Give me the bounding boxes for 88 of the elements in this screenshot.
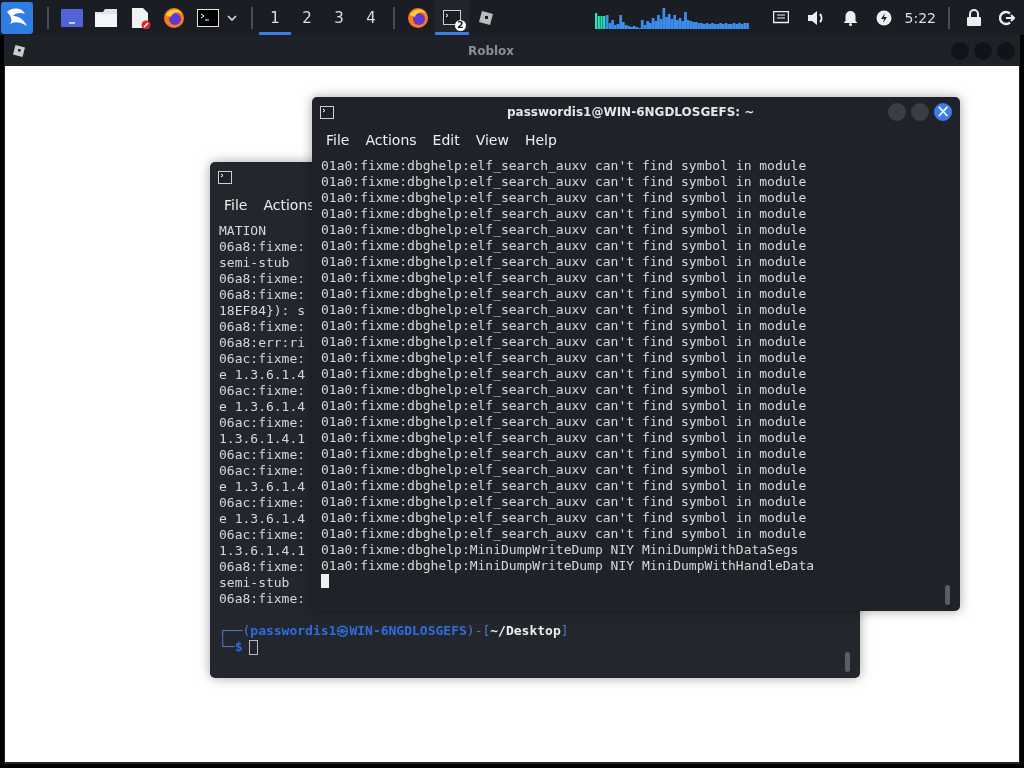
terminal-line: 01a0:fixme:dbghelp:elf_search_auxv can't find symbol in module bbox=[321, 510, 807, 526]
terminal-line: MATION bbox=[219, 223, 266, 239]
network-icon[interactable] bbox=[772, 10, 789, 25]
terminal-line: 01a0:fixme:dbghelp:elf_search_auxv can't find symbol in module bbox=[321, 334, 807, 350]
menu-item[interactable]: View bbox=[475, 132, 509, 148]
workspace-tab[interactable]: 2 bbox=[291, 0, 323, 35]
terminal-line: 01a0:fixme:dbghelp:elf_search_auxv can't find symbol in module bbox=[321, 526, 807, 542]
terminal-line: 01a0:fixme:dbghelp:elf_search_auxv can't find symbol in module bbox=[321, 478, 807, 494]
clock-text[interactable]: 5:22 bbox=[904, 9, 936, 26]
terminal-line: 01a0:fixme:dbghelp:elf_search_auxv can't find symbol in module bbox=[321, 446, 807, 462]
close-button[interactable]: × bbox=[934, 103, 952, 121]
menu-item[interactable]: File bbox=[224, 197, 248, 213]
terminal-line: 06ac:fixme: bbox=[219, 415, 306, 431]
terminal-line: 01a0:fixme:dbghelp:elf_search_auxv can't find symbol in module bbox=[321, 158, 807, 174]
terminal-line: 06ac:fixme: bbox=[219, 495, 306, 511]
terminal-line: 06a8:fixme: bbox=[219, 559, 306, 575]
volume-icon[interactable] bbox=[806, 9, 825, 26]
terminal-line: semi-stub bbox=[219, 575, 290, 591]
terminal-line: 01a0:fixme:dbghelp:elf_search_auxv can't find symbol in module bbox=[321, 494, 807, 510]
terminal-line: 06a8:fixme: bbox=[219, 319, 306, 335]
menu-item[interactable]: File bbox=[326, 132, 350, 148]
chevron-down-icon[interactable] bbox=[227, 14, 237, 21]
terminal-line: 06a8:fixme: bbox=[219, 271, 306, 287]
terminal-line: e 1.3.6.1.4 bbox=[219, 479, 306, 495]
lock-icon[interactable] bbox=[967, 9, 981, 26]
terminal-line: 01a0:fixme:dbghelp:MiniDumpWriteDump NIY MiniDumpWithHandleData bbox=[321, 558, 815, 574]
terminal-line: semi-stub bbox=[219, 255, 290, 271]
browser-icon bbox=[407, 6, 429, 29]
terminal-line: 01a0:fixme:dbghelp:elf_search_auxv can't find symbol in module bbox=[321, 238, 807, 254]
workspace-tab[interactable]: 3 bbox=[323, 0, 355, 35]
menu-item[interactable]: Actions bbox=[263, 197, 315, 213]
terminal-line: 06ac:fixme: bbox=[219, 351, 306, 367]
terminal-line: 01a0:fixme:dbghelp:elf_search_auxv can't find symbol in module bbox=[321, 174, 807, 190]
scrollbar-thumb[interactable] bbox=[845, 652, 850, 672]
logout-icon[interactable] bbox=[999, 9, 1015, 26]
terminal-icon bbox=[320, 105, 334, 119]
window-title: passwordis1@WIN-6NGDLOSGEFS: ~ bbox=[507, 105, 755, 119]
roblox-icon bbox=[12, 43, 26, 58]
workspace-tab[interactable]: 4 bbox=[355, 0, 387, 35]
terminal-line: 01a0:fixme:dbghelp:elf_search_auxv can't find symbol in module bbox=[321, 190, 807, 206]
task-button[interactable]: 2 bbox=[435, 0, 469, 35]
scrollbar-thumb[interactable] bbox=[945, 585, 950, 605]
terminal-line: 18EF84}): s bbox=[219, 303, 306, 319]
terminal-line: 01a0:fixme:dbghelp:elf_search_auxv can't find symbol in module bbox=[321, 350, 807, 366]
terminal-line: 01a0:fixme:dbghelp:elf_search_auxv can't find symbol in module bbox=[321, 398, 807, 414]
terminal-line: 06ac:fixme: bbox=[219, 447, 306, 463]
terminal-line: 06ac:fixme: bbox=[219, 527, 306, 543]
desktop-icon[interactable] bbox=[61, 8, 83, 27]
terminal-line: 01a0:fixme:dbghelp:elf_search_auxv can't find symbol in module bbox=[321, 206, 807, 222]
browser-icon[interactable] bbox=[163, 6, 185, 29]
menu-item[interactable]: Help bbox=[524, 132, 557, 148]
terminal-line: 06a8:fixme: bbox=[219, 591, 306, 607]
terminal-line: 06a8:err:ri bbox=[219, 335, 306, 351]
prompt-line: └─$ bbox=[219, 639, 243, 655]
terminal-line: 01a0:fixme:dbghelp:elf_search_auxv can't find symbol in module bbox=[321, 286, 807, 302]
terminal-line: 01a0:fixme:dbghelp:elf_search_auxv can't find symbol in module bbox=[321, 366, 807, 382]
prompt-line: ┌──(passwordis1㉿WIN-6NGDLOSGEFS)-[~/Desktop] bbox=[219, 623, 569, 639]
count-badge: 2 bbox=[455, 20, 466, 31]
terminal-line: 01a0:fixme:dbghelp:MiniDumpWriteDump NIY MiniDumpWithDataSegs bbox=[321, 542, 799, 558]
terminal-line: e 1.3.6.1.4 bbox=[219, 511, 306, 527]
terminal-line: 06ac:fixme: bbox=[219, 383, 306, 399]
terminal-line: 01a0:fixme:dbghelp:elf_search_auxv can't find symbol in module bbox=[321, 382, 807, 398]
terminal-line: 06ac:fixme: bbox=[219, 463, 306, 479]
dragon-logo-icon[interactable] bbox=[1, 1, 33, 34]
folder-icon[interactable] bbox=[95, 8, 117, 27]
terminal-line: 06a8:fixme: bbox=[219, 287, 306, 303]
text-editor-icon[interactable] bbox=[129, 6, 151, 29]
power-plug-icon[interactable] bbox=[875, 9, 892, 26]
terminal-line: e 1.3.6.1.4 bbox=[219, 399, 306, 415]
notification-bell-icon[interactable] bbox=[842, 9, 858, 26]
terminal-line: 01a0:fixme:dbghelp:elf_search_auxv can't find symbol in module bbox=[321, 318, 807, 334]
terminal-line: 01a0:fixme:dbghelp:elf_search_auxv can't find symbol in module bbox=[321, 302, 807, 318]
terminal-line: 01a0:fixme:dbghelp:elf_search_auxv can't find symbol in module bbox=[321, 222, 807, 238]
terminal-line: 1.3.6.1.4.1 bbox=[219, 431, 306, 447]
menu-item[interactable]: Edit bbox=[432, 132, 460, 148]
terminal-line: 1.3.6.1.4.1 bbox=[219, 543, 306, 559]
terminal-icon bbox=[218, 170, 232, 184]
window-title: Roblox bbox=[466, 43, 516, 58]
terminal-line: 01a0:fixme:dbghelp:elf_search_auxv can't find symbol in module bbox=[321, 462, 807, 478]
roblox-icon bbox=[478, 9, 494, 26]
terminal-line: 01a0:fixme:dbghelp:elf_search_auxv can't find symbol in module bbox=[321, 254, 807, 270]
terminal-line: 01a0:fixme:dbghelp:elf_search_auxv can't find symbol in module bbox=[321, 270, 807, 286]
terminal-icon[interactable] bbox=[197, 8, 219, 27]
terminal-line: e 1.3.6.1.4 bbox=[219, 367, 306, 383]
menu-item[interactable]: Actions bbox=[365, 132, 417, 148]
terminal-line: 01a0:fixme:dbghelp:elf_search_auxv can't find symbol in module bbox=[321, 430, 807, 446]
terminal-line: 01a0:fixme:dbghelp:elf_search_auxv can't find symbol in module bbox=[321, 414, 807, 430]
terminal-line: 06a8:fixme: bbox=[219, 239, 306, 255]
